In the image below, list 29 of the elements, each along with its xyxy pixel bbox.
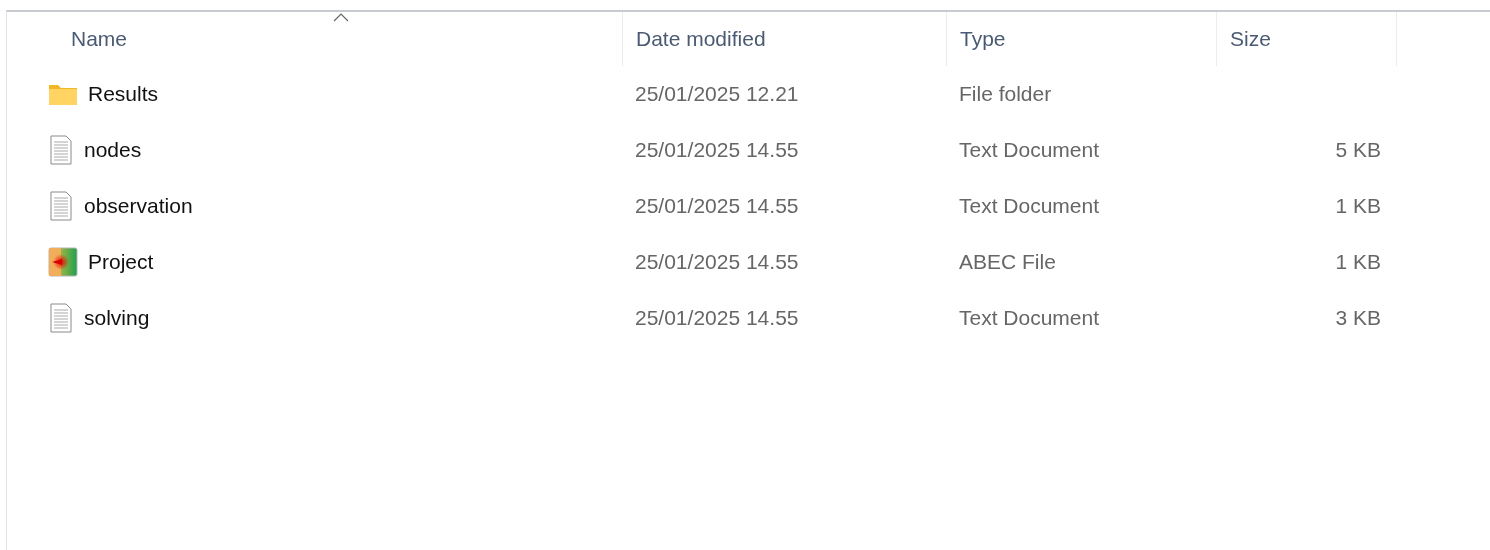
document-icon <box>48 135 74 165</box>
file-name[interactable]: observation <box>84 194 193 218</box>
column-header[interactable]: Name <box>71 27 128 51</box>
folder-icon <box>48 82 78 106</box>
file-type: Text Document <box>958 194 1101 218</box>
date-modified: 25/01/2025 14.55 <box>634 306 800 330</box>
file-name[interactable]: solving <box>84 306 150 330</box>
file-name[interactable]: Project <box>88 250 154 274</box>
date-modified: 25/01/2025 14.55 <box>634 250 800 274</box>
sort-ascending-icon <box>332 13 349 22</box>
column-header[interactable]: Date modified <box>636 27 766 51</box>
column-header[interactable]: Type <box>960 27 1006 51</box>
app-file-icon <box>48 247 78 277</box>
file-size: 1 KB <box>1335 250 1382 274</box>
column-header[interactable]: Size <box>1230 27 1271 51</box>
file-type: Text Document <box>958 306 1101 330</box>
document-icon <box>48 303 74 333</box>
document-icon <box>48 191 74 221</box>
file-size: 3 KB <box>1335 306 1382 330</box>
file-size: 5 KB <box>1335 138 1382 162</box>
file-type: Text Document <box>958 138 1101 162</box>
date-modified: 25/01/2025 14.55 <box>634 138 800 162</box>
file-size: 1 KB <box>1335 194 1382 218</box>
file-type: File folder <box>958 82 1053 106</box>
date-modified: 25/01/2025 12.21 <box>634 82 800 106</box>
file-name[interactable]: Results <box>88 82 159 106</box>
file-type: ABEC File <box>958 250 1057 274</box>
date-modified: 25/01/2025 14.55 <box>634 194 800 218</box>
file-name[interactable]: nodes <box>84 138 142 162</box>
